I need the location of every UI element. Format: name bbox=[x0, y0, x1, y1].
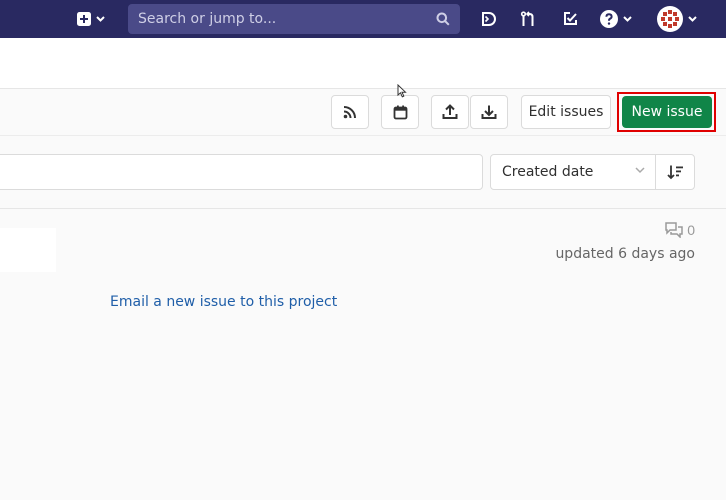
comment-count: 0 bbox=[687, 222, 695, 238]
comments-icon bbox=[665, 222, 683, 238]
plus-square-icon bbox=[77, 12, 91, 26]
top-navigation-bar: Search or jump to... bbox=[0, 0, 726, 38]
calendar-icon bbox=[393, 105, 407, 119]
mouse-cursor-icon bbox=[397, 84, 407, 98]
search-placeholder: Search or jump to... bbox=[138, 11, 277, 27]
chevron-down-icon bbox=[96, 16, 105, 22]
create-new-menu[interactable] bbox=[73, 6, 109, 32]
rss-icon bbox=[343, 106, 356, 119]
sort-direction-button[interactable] bbox=[655, 154, 695, 190]
checkbox-icon bbox=[564, 12, 577, 25]
chevron-down-icon bbox=[635, 167, 645, 174]
merge-request-icon bbox=[520, 11, 534, 26]
sort-dropdown[interactable]: Created date bbox=[490, 154, 656, 190]
issues-button[interactable] bbox=[558, 6, 582, 32]
sort-descending-icon bbox=[667, 165, 683, 180]
todo-icon bbox=[482, 12, 496, 26]
issue-title-area bbox=[0, 228, 56, 272]
user-menu[interactable] bbox=[654, 6, 700, 32]
sort-label: Created date bbox=[502, 164, 594, 180]
filter-bar: Created date bbox=[0, 137, 726, 209]
issues-toolbar: Edit issues New issue bbox=[0, 88, 726, 136]
merge-requests-button[interactable] bbox=[516, 6, 540, 32]
email-new-issue-link[interactable]: Email a new issue to this project bbox=[110, 294, 337, 310]
new-issue-button[interactable]: New issue bbox=[622, 96, 712, 128]
calendar-button[interactable] bbox=[381, 95, 419, 129]
export-button[interactable] bbox=[431, 95, 469, 129]
help-icon bbox=[600, 10, 618, 28]
issue-comments[interactable]: 0 bbox=[665, 222, 695, 238]
avatar bbox=[657, 6, 683, 32]
search-input[interactable]: Search or jump to... bbox=[128, 4, 460, 34]
import-icon bbox=[481, 105, 497, 119]
filter-search-input[interactable] bbox=[0, 154, 483, 190]
import-button[interactable] bbox=[470, 95, 508, 129]
chevron-down-icon bbox=[623, 16, 632, 22]
page-header-area bbox=[0, 38, 726, 88]
todo-button[interactable] bbox=[476, 6, 500, 32]
export-icon bbox=[442, 104, 458, 119]
search-icon bbox=[436, 12, 450, 26]
help-menu[interactable] bbox=[597, 6, 635, 32]
rss-button[interactable] bbox=[331, 95, 369, 129]
issue-list-item[interactable]: 0 updated 6 days ago bbox=[0, 210, 726, 272]
issue-updated-time: updated 6 days ago bbox=[555, 246, 695, 262]
edit-issues-button[interactable]: Edit issues bbox=[521, 95, 611, 129]
chevron-down-icon bbox=[688, 16, 697, 22]
